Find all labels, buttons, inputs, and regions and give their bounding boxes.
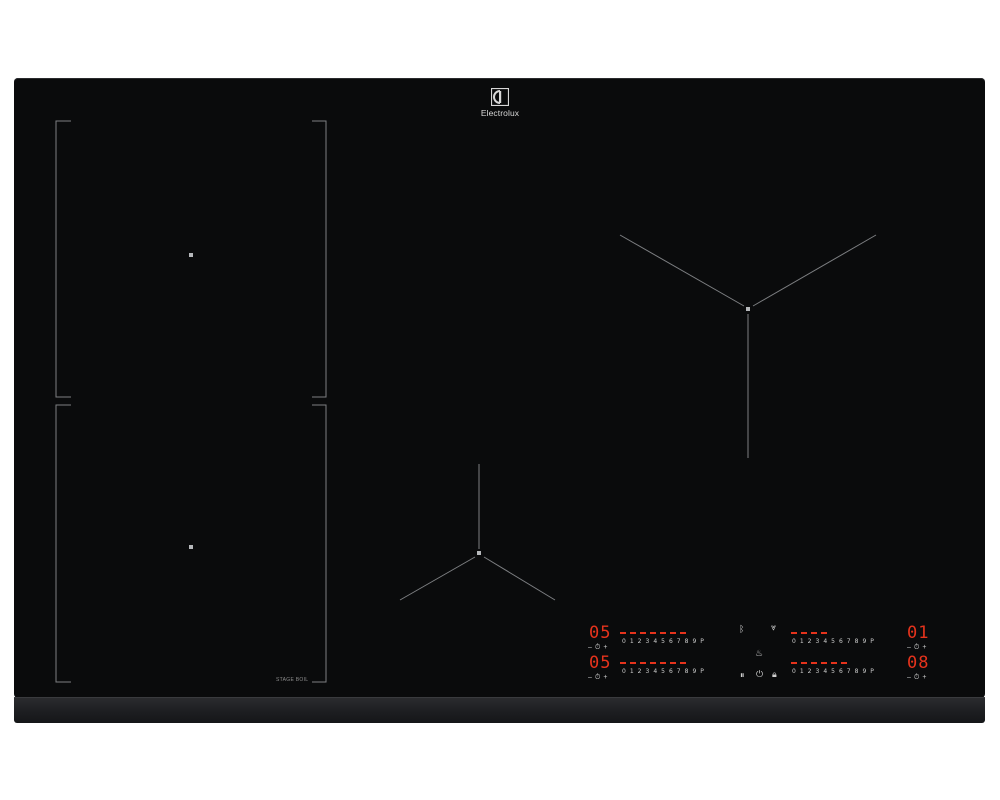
power-scale-rear-left[interactable]: 0 1 2 3 4 5 6 7 8 9 P	[622, 638, 704, 646]
scale-step[interactable]: 4	[653, 668, 657, 676]
center-zone-center-dot	[477, 551, 481, 555]
scale-step[interactable]: 7	[677, 668, 681, 676]
scale-step[interactable]: P	[700, 668, 704, 676]
timer-minus-button[interactable]: –	[588, 644, 592, 652]
brand-logo: Electrolux	[470, 88, 530, 126]
scale-step[interactable]: 6	[839, 668, 843, 676]
boost-icon[interactable]: ♨	[755, 648, 763, 658]
timer-controls-front-right[interactable]: – ⏱ +	[907, 674, 926, 682]
scale-step[interactable]: 3	[815, 668, 819, 676]
scale-step[interactable]: 6	[669, 668, 673, 676]
scale-step[interactable]: 9	[692, 638, 696, 646]
scale-step[interactable]: 9	[692, 668, 696, 676]
scale-step[interactable]: 2	[638, 638, 642, 646]
lock-icon[interactable]: 🔒︎	[772, 669, 777, 679]
scale-step[interactable]: 7	[677, 638, 681, 646]
timer-minus-button[interactable]: –	[588, 674, 592, 682]
timer-plus-button[interactable]: +	[603, 674, 607, 682]
power-scale-rear-right[interactable]: 0 1 2 3 4 5 6 7 8 9 P	[792, 638, 874, 646]
scale-step[interactable]: 2	[808, 638, 812, 646]
scale-step[interactable]: 0	[622, 638, 626, 646]
scale-step[interactable]: 2	[638, 668, 642, 676]
timer-icon[interactable]: ⏱	[914, 674, 919, 682]
left-zone-lower-bracket-left	[55, 404, 71, 683]
scale-step[interactable]: 6	[839, 638, 843, 646]
scale-step[interactable]: P	[870, 668, 874, 676]
scale-step[interactable]: 4	[823, 638, 827, 646]
left-zone-lower-center-dot	[189, 545, 193, 549]
scale-step[interactable]: 8	[855, 668, 859, 676]
scale-step[interactable]: 5	[661, 668, 665, 676]
scale-step[interactable]: 1	[630, 668, 634, 676]
scale-step[interactable]: 4	[823, 668, 827, 676]
pause-icon[interactable]: ⏸	[740, 670, 745, 680]
power-display-rear-left: 05	[589, 623, 612, 643]
right-zone-line-left	[619, 234, 745, 307]
power-bar-front-left[interactable]	[620, 662, 686, 665]
left-zone-upper-bracket-right	[312, 120, 327, 398]
scale-step[interactable]: 1	[630, 638, 634, 646]
timer-plus-button[interactable]: +	[922, 644, 926, 652]
timer-icon[interactable]: ⏱	[914, 644, 919, 652]
zone-label: STAGE BOIL	[276, 677, 309, 683]
scale-step[interactable]: 8	[685, 668, 689, 676]
timer-minus-button[interactable]: –	[907, 674, 911, 682]
scale-step[interactable]: 7	[847, 668, 851, 676]
scale-step[interactable]: 0	[622, 668, 626, 676]
power-display-rear-right: 01	[907, 623, 930, 643]
timer-icon[interactable]: ⏱	[595, 644, 600, 652]
scale-step[interactable]: 3	[645, 668, 649, 676]
scale-step[interactable]: 5	[831, 638, 835, 646]
timer-icon[interactable]: ⏱	[595, 674, 600, 682]
scale-step[interactable]: 5	[831, 668, 835, 676]
scale-step[interactable]: 7	[847, 638, 851, 646]
scale-step[interactable]: P	[700, 638, 704, 646]
scale-step[interactable]: 4	[653, 638, 657, 646]
scale-step[interactable]: 5	[661, 638, 665, 646]
steam-icon[interactable]: ⩔	[771, 622, 776, 632]
scale-step[interactable]: 1	[800, 668, 804, 676]
scale-step[interactable]: 9	[862, 668, 866, 676]
scale-step[interactable]: 2	[808, 668, 812, 676]
scale-step[interactable]: 3	[645, 638, 649, 646]
power-scale-front-left[interactable]: 0 1 2 3 4 5 6 7 8 9 P	[622, 668, 704, 676]
right-zone-center-dot	[746, 307, 750, 311]
scale-step[interactable]: 8	[855, 638, 859, 646]
scale-step[interactable]: 0	[792, 638, 796, 646]
left-zone-upper-bracket-left	[55, 120, 71, 398]
timer-plus-button[interactable]: +	[603, 644, 607, 652]
power-icon[interactable]: ⏻	[756, 669, 763, 679]
timer-controls-rear-right[interactable]: – ⏱ +	[907, 644, 926, 652]
hob2hood-icon[interactable]: ᛒ	[739, 624, 744, 634]
left-zone-upper-center-dot	[189, 253, 193, 257]
timer-controls-front-left[interactable]: – ⏱ +	[588, 674, 607, 682]
power-scale-front-right[interactable]: 0 1 2 3 4 5 6 7 8 9 P	[792, 668, 874, 676]
timer-minus-button[interactable]: –	[907, 644, 911, 652]
timer-controls-rear-left[interactable]: – ⏱ +	[588, 644, 607, 652]
electrolux-logo-icon	[491, 88, 509, 106]
scale-step[interactable]: 8	[685, 638, 689, 646]
scale-step[interactable]: 6	[669, 638, 673, 646]
scale-step[interactable]: 3	[815, 638, 819, 646]
power-display-front-right: 08	[907, 653, 930, 673]
center-zone-line-left	[399, 556, 476, 601]
brand-name: Electrolux	[480, 108, 520, 118]
power-bar-front-right[interactable]	[791, 662, 847, 665]
scale-step[interactable]: 9	[862, 638, 866, 646]
power-bar-rear-right[interactable]	[791, 632, 827, 635]
scale-step[interactable]: 0	[792, 668, 796, 676]
timer-plus-button[interactable]: +	[922, 674, 926, 682]
left-zone-lower-bracket-right	[312, 404, 327, 683]
scale-step[interactable]: 1	[800, 638, 804, 646]
center-zone-line-right	[483, 556, 556, 601]
power-bar-rear-left[interactable]	[620, 632, 686, 635]
scale-step[interactable]: P	[870, 638, 874, 646]
right-zone-line-right	[752, 234, 877, 307]
power-display-front-left: 05	[589, 653, 612, 673]
